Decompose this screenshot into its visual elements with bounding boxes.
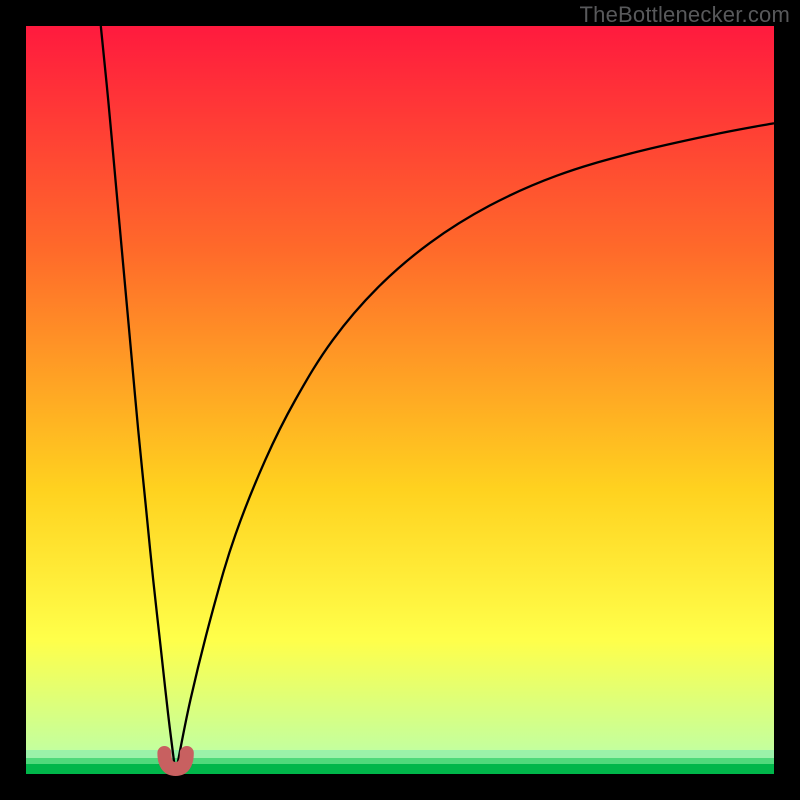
green-baseline-band <box>26 750 774 774</box>
curve-right-branch <box>176 123 774 774</box>
chart-frame: TheBottlenecker.com <box>0 0 800 800</box>
curve-layer <box>26 26 774 774</box>
watermark-text: TheBottlenecker.com <box>580 2 790 28</box>
curve-left-branch <box>101 26 176 774</box>
